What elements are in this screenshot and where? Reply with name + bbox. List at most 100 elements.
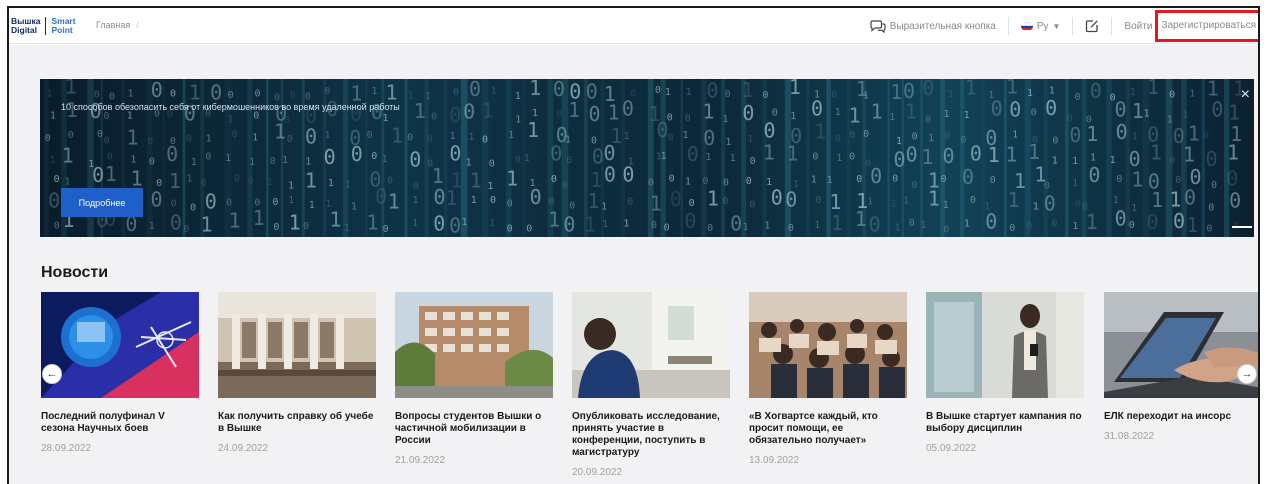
svg-text:1: 1 (149, 221, 155, 232)
svg-text:0: 0 (200, 178, 206, 189)
news-date: 31.08.2022 (1104, 431, 1155, 442)
svg-text:0: 0 (604, 163, 616, 187)
svg-text:1: 1 (529, 79, 541, 100)
slider-indicator[interactable] (1232, 226, 1252, 228)
svg-text:1: 1 (288, 181, 294, 192)
svg-text:1: 1 (515, 91, 521, 102)
svg-text:0: 0 (1026, 221, 1032, 232)
svg-text:1: 1 (743, 222, 749, 233)
svg-text:1: 1 (1150, 140, 1162, 164)
svg-text:0: 0 (515, 155, 521, 166)
header-actions: Выразительная кнопка Ру ▼ Войти Зарегист… (870, 8, 1258, 44)
edit-button[interactable] (1085, 19, 1099, 33)
svg-text:1: 1 (382, 154, 388, 165)
svg-text:0: 0 (1229, 188, 1241, 212)
carousel-next-button[interactable]: → (1237, 364, 1257, 384)
svg-text:0: 0 (1090, 79, 1102, 103)
banner-title: 10 способов обезопасить себя от кибермош… (61, 102, 400, 112)
svg-text:0: 0 (627, 196, 633, 207)
svg-text:0: 0 (549, 196, 555, 207)
svg-text:0: 0 (725, 89, 731, 100)
svg-text:0: 0 (703, 176, 709, 187)
svg-text:1: 1 (1189, 89, 1195, 100)
svg-text:1: 1 (722, 114, 728, 125)
svg-text:1: 1 (305, 168, 317, 192)
svg-text:1: 1 (1027, 88, 1033, 99)
svg-text:1: 1 (1147, 79, 1159, 99)
svg-text:0: 0 (1051, 219, 1057, 230)
svg-text:0: 0 (407, 133, 413, 144)
news-title[interactable]: ЕЛК переходит на инсорс (1104, 411, 1258, 423)
svg-text:1: 1 (965, 79, 977, 99)
logo[interactable]: Вышка Digital Smart Point (11, 15, 76, 37)
svg-text:0: 0 (103, 111, 109, 122)
svg-text:1: 1 (267, 177, 273, 188)
svg-text:0: 0 (284, 115, 290, 126)
svg-text:0: 0 (1069, 123, 1081, 147)
svg-text:1: 1 (1086, 122, 1098, 146)
svg-text:0: 0 (556, 109, 562, 120)
svg-text:1: 1 (1012, 129, 1018, 140)
register-link[interactable]: Зарегистрироваться (1155, 10, 1258, 42)
svg-text:0: 0 (303, 221, 309, 232)
svg-text:1: 1 (412, 195, 418, 206)
news-card[interactable]: Последний полуфинал V сезона Научных бое… (41, 292, 199, 454)
banner-more-button[interactable]: Подробнее (61, 188, 143, 217)
language-selector[interactable]: Ру ▼ (1020, 21, 1060, 32)
svg-text:1: 1 (1072, 221, 1078, 232)
svg-text:0: 0 (667, 112, 673, 123)
login-link[interactable]: Войти (1124, 21, 1152, 32)
svg-text:0: 0 (530, 185, 542, 209)
news-card[interactable]: Как получить справку об учебе в Вышке 24… (218, 292, 376, 454)
svg-text:1: 1 (827, 175, 833, 186)
news-card[interactable]: В Вышке стартует кампания по выбору дисц… (926, 292, 1084, 454)
svg-text:0: 0 (171, 198, 177, 209)
news-heading: Новости (41, 264, 109, 281)
news-card[interactable]: Вопросы студентов Вышки о частичной моби… (395, 292, 553, 466)
svg-text:1: 1 (565, 135, 571, 146)
svg-text:0: 0 (812, 151, 818, 162)
svg-text:0: 0 (906, 142, 918, 166)
svg-text:1: 1 (920, 220, 926, 231)
svg-text:1: 1 (229, 208, 241, 232)
svg-text:1: 1 (468, 132, 474, 143)
arrow-left-icon: ← (46, 368, 58, 380)
svg-text:0: 0 (324, 145, 336, 169)
svg-text:1: 1 (471, 195, 477, 206)
breadcrumb-home[interactable]: Главная (96, 20, 130, 30)
carousel-prev-button[interactable]: ← (42, 364, 62, 384)
svg-text:1: 1 (867, 196, 873, 207)
news-card[interactable]: ЕЛК переходит на инсорс 31.08.2022 (1104, 292, 1258, 442)
svg-text:0: 0 (1052, 135, 1058, 146)
close-icon[interactable]: × (1241, 87, 1250, 103)
news-title[interactable]: Вопросы студентов Вышки о частичной моби… (395, 411, 553, 447)
svg-text:0: 0 (1009, 223, 1015, 234)
chat-button[interactable]: Выразительная кнопка (870, 19, 996, 33)
svg-text:0: 0 (550, 141, 562, 165)
svg-text:1: 1 (372, 86, 378, 97)
svg-text:1: 1 (1131, 167, 1143, 191)
svg-text:0: 0 (863, 129, 869, 140)
news-title[interactable]: В Вышке стартует кампания по выбору дисц… (926, 411, 1084, 435)
svg-text:0: 0 (1044, 180, 1050, 191)
news-card[interactable]: «В Хогвартсе каждый, кто просит помощи, … (749, 292, 907, 466)
svg-text:1: 1 (811, 175, 817, 186)
svg-text:0: 0 (1206, 223, 1212, 234)
news-card[interactable]: Опубликовать исследование, принять участ… (572, 292, 730, 478)
svg-text:1: 1 (623, 219, 629, 230)
news-title[interactable]: Опубликовать исследование, принять участ… (572, 411, 730, 459)
svg-text:1: 1 (943, 200, 949, 211)
svg-text:0: 0 (434, 185, 446, 209)
breadcrumb-separator: / (136, 20, 139, 30)
svg-text:1: 1 (450, 131, 456, 142)
svg-text:0: 0 (305, 91, 311, 102)
svg-text:1: 1 (1228, 100, 1240, 124)
news-title[interactable]: «В Хогвартсе каждый, кто просит помощи, … (749, 411, 907, 447)
svg-text:1: 1 (50, 110, 56, 121)
promo-banner[interactable]: 1101000110111100010100000100111111000000… (40, 79, 1254, 237)
news-title[interactable]: Как получить справку об учебе в Вышке (218, 411, 376, 435)
svg-text:1: 1 (466, 158, 472, 169)
news-title[interactable]: Последний полуфинал V сезона Научных бое… (41, 411, 199, 435)
svg-text:0: 0 (104, 135, 110, 146)
svg-text:1: 1 (462, 217, 468, 228)
